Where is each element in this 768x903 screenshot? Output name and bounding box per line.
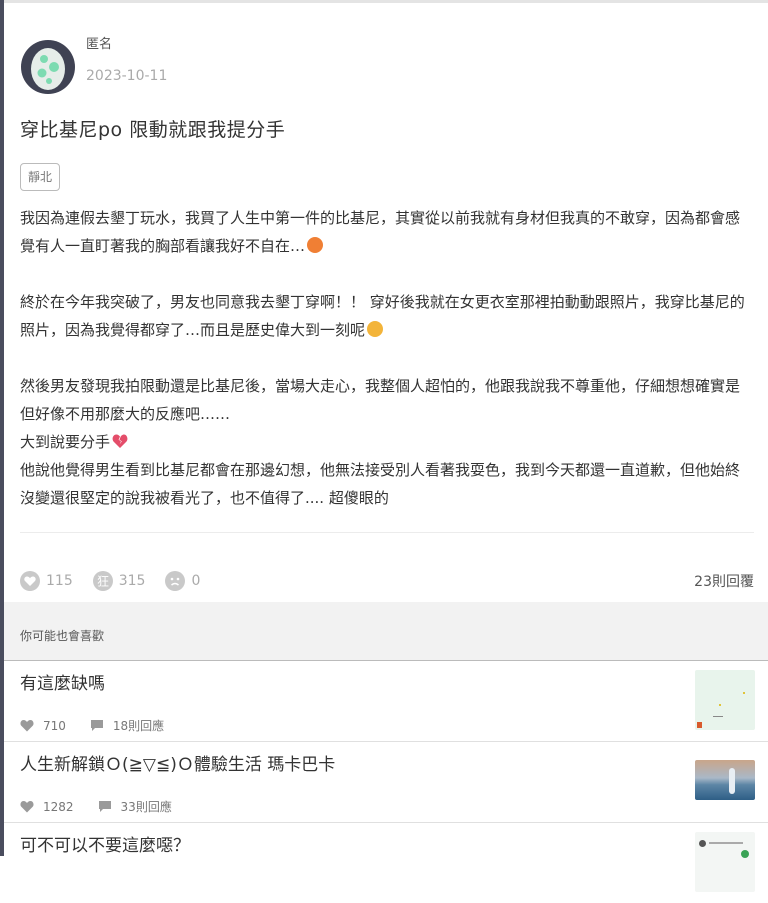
heart-icon: [20, 720, 34, 732]
paragraph: 大到說要分手: [20, 428, 754, 456]
reply-count: 33則回應: [120, 800, 172, 814]
post-stats: 115 狂 315 0 23則回覆: [20, 571, 754, 591]
recommend-item[interactable]: 人生新解鎖Ｏ(≧▽≦)Ｏ體驗生活 瑪卡巴卡 1282 33則回應: [4, 741, 768, 822]
post-title: 穿比基尼po 限動就跟我提分手: [20, 119, 286, 141]
other-count: 0: [191, 573, 201, 589]
topic-tag[interactable]: 靜北: [20, 163, 61, 191]
recommend-header: 你可能也會喜歡: [4, 602, 768, 660]
reply-count: 18則回應: [112, 719, 165, 733]
like-count: 710: [43, 718, 66, 733]
thumbnail[interactable]: [695, 832, 755, 892]
author-row: 匿名 2023-10-11: [20, 37, 754, 95]
thumbnail[interactable]: [695, 760, 755, 800]
recommend-list: 有這麼缺嗎 710 18則回應 人生新解鎖Ｏ(≧▽≦)Ｏ體驗生活 瑪卡巴卡 12…: [4, 660, 768, 903]
heart-icon: [20, 801, 34, 813]
angry-face-emoji: [307, 237, 324, 253]
heart-icon: [20, 571, 40, 591]
recommend-item[interactable]: 有這麼缺嗎 710 18則回應: [4, 660, 768, 741]
paragraph: 然後男友發現我拍限動還是比基尼後，當場大走心，我整個人超怕的，他跟我說我不尊重他…: [20, 377, 741, 423]
recommend-stats: 710 18則回應: [20, 717, 188, 734]
crazy-stat[interactable]: 狂 315: [92, 571, 146, 591]
content-divider: [20, 532, 754, 533]
broken-heart-emoji: [112, 434, 128, 448]
like-stat[interactable]: 115: [20, 571, 73, 591]
paragraph: 他說他覺得男生看到比基尼都會在那邊幻想，他無法接受別人看著我耍色，我到今天都還一…: [20, 461, 741, 507]
like-count: 1282: [43, 799, 74, 814]
comment-icon: [90, 720, 103, 731]
post-content: 我因為連假去墾丁玩水，我買了人生中第一件的比基尼，其實從以前我就有身材但我真的不…: [20, 204, 754, 512]
recommend-title[interactable]: 可不可以不要這麼噁？: [20, 831, 190, 856]
paragraph: 我因為連假去墾丁玩水，我買了人生中第一件的比基尼，其實從以前我就有身材但我真的不…: [20, 204, 754, 260]
comment-icon: [98, 801, 111, 812]
sad-face-icon: [165, 571, 186, 591]
paragraph-text: 終於在今年我突破了，男友也同意我去墾丁穿啊！！ 穿好後我就在女更衣室那裡拍動動跟…: [20, 293, 745, 339]
recommend-stats: 1282 33則回應: [20, 798, 196, 815]
paragraph-text: 我因為連假去墾丁玩水，我買了人生中第一件的比基尼，其實從以前我就有身材但我真的不…: [20, 209, 741, 255]
author-name[interactable]: 匿名: [86, 33, 167, 52]
svg-text:狂: 狂: [97, 575, 109, 589]
recommend-item[interactable]: 可不可以不要這麼噁？: [4, 822, 768, 903]
thumbnail[interactable]: [695, 670, 755, 730]
smiling-face-emoji: [367, 321, 384, 337]
recommend-title[interactable]: 有這麼缺嗎: [20, 669, 105, 694]
crazy-count: 315: [118, 573, 146, 589]
post-date: 2023-10-11: [86, 67, 168, 84]
other-stat[interactable]: 0: [165, 571, 200, 591]
avatar[interactable]: [20, 39, 76, 95]
post: 匿名 2023-10-11 穿比基尼po 限動就跟我提分手 靜北 我因為連假去墾…: [4, 3, 768, 591]
reply-count[interactable]: 23則回覆: [694, 571, 754, 591]
paragraph-text: 大到說要分手: [20, 433, 111, 451]
recommend-title[interactable]: 人生新解鎖Ｏ(≧▽≦)Ｏ體驗生活 瑪卡巴卡: [20, 750, 335, 775]
crazy-reaction-icon: 狂: [92, 571, 113, 591]
paragraph: 終於在今年我突破了，男友也同意我去墾丁穿啊！！ 穿好後我就在女更衣室那裡拍動動跟…: [20, 288, 754, 344]
like-count: 115: [46, 573, 73, 589]
